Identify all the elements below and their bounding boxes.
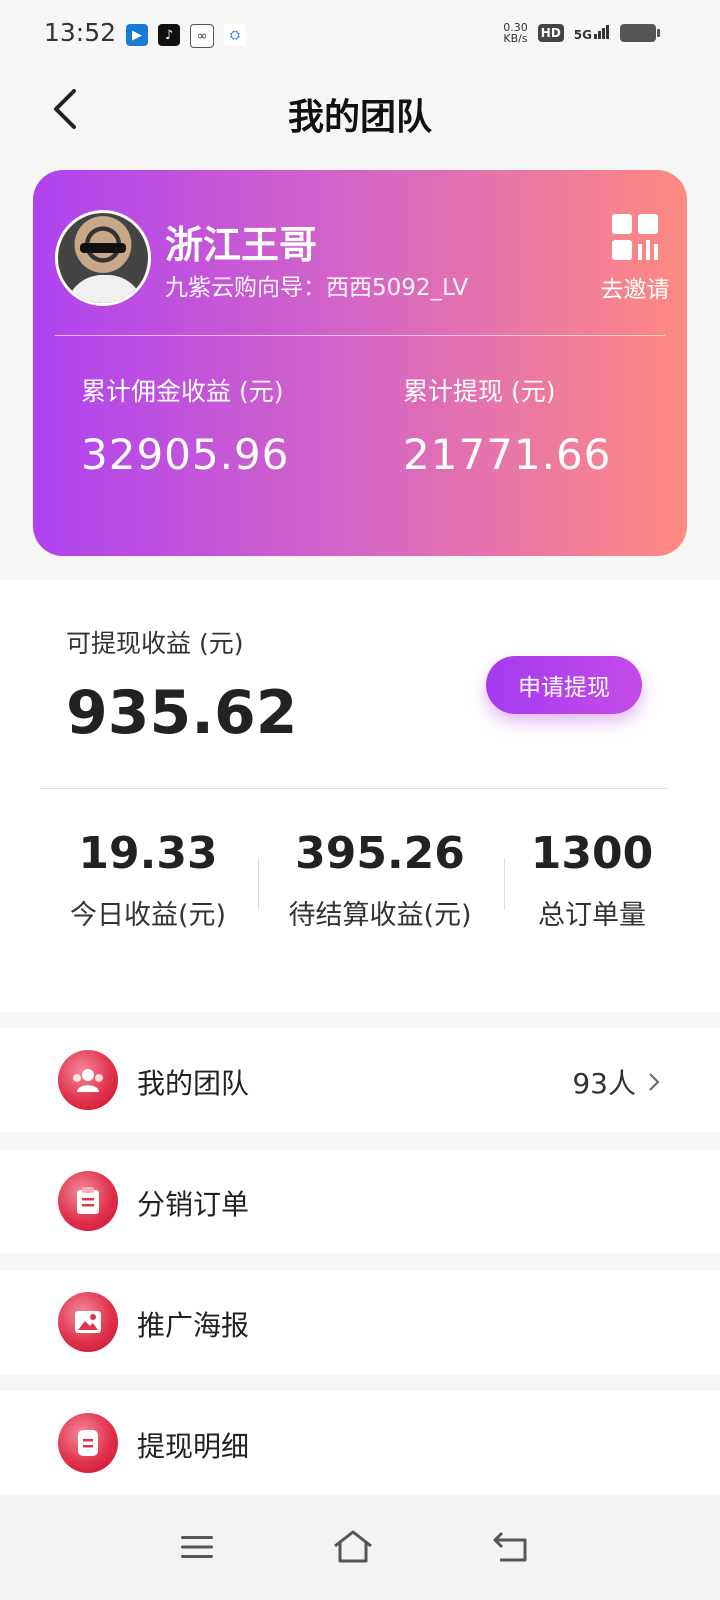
home-button[interactable] bbox=[328, 1524, 378, 1570]
total-commission-value: 32905.96 bbox=[81, 430, 290, 479]
signal-icon: 5G bbox=[573, 24, 610, 42]
menu-item-promo-poster[interactable]: 推广海报 bbox=[0, 1270, 720, 1374]
team-count-value: 93人 bbox=[572, 1067, 636, 1100]
network-speed: 0.30 KB/s bbox=[503, 22, 528, 44]
divider bbox=[40, 788, 667, 789]
avatar bbox=[55, 210, 151, 306]
menu-item-label: 推广海报 bbox=[137, 1309, 250, 1342]
menu-item-withdraw-details[interactable]: 提现明细 bbox=[0, 1391, 720, 1495]
total-orders: 1300 总订单量 bbox=[514, 828, 670, 932]
link-app-icon: ∞ bbox=[190, 24, 214, 48]
menu-item-my-team[interactable]: 我的团队 93人 bbox=[0, 1028, 720, 1132]
divider bbox=[504, 858, 505, 910]
nav-bar: 我的团队 bbox=[0, 70, 720, 150]
pending-earnings-label: 待结算收益(元) bbox=[288, 900, 472, 931]
hd-badge: HD bbox=[537, 24, 564, 42]
notification-icons: ▶ ♪ ∞ ⛭ bbox=[126, 24, 246, 48]
total-commission: 累计佣金收益 (元) 32905.96 bbox=[81, 372, 289, 479]
divider bbox=[55, 335, 665, 336]
tiktok-icon: ♪ bbox=[158, 24, 180, 46]
apply-withdraw-button[interactable]: 申请提现 bbox=[486, 656, 642, 714]
status-time: 13:52 bbox=[44, 18, 117, 47]
menu-item-label: 分销订单 bbox=[137, 1188, 250, 1221]
pending-earnings-value: 395.26 bbox=[295, 828, 465, 879]
back-icon bbox=[493, 1531, 527, 1562]
pending-earnings: 395.26 待结算收益(元) bbox=[270, 828, 490, 932]
earnings-panel: 可提现收益 (元) 935.62 申请提现 19.33 今日收益(元) 395.… bbox=[0, 580, 720, 1012]
available-earnings-label: 可提现收益 (元) bbox=[66, 629, 244, 658]
back-nav-button[interactable] bbox=[486, 1524, 536, 1570]
app-notification-icon: ▶ bbox=[126, 24, 148, 46]
total-withdrawn: 累计提现 (元) 21771.66 bbox=[403, 372, 611, 479]
network-speed-unit: KB/s bbox=[503, 32, 528, 45]
app-notification-icon: ⛭ bbox=[224, 24, 246, 46]
total-withdrawn-value: 21771.66 bbox=[403, 430, 612, 479]
menu-item-label: 提现明细 bbox=[137, 1430, 250, 1463]
menu-icon bbox=[181, 1536, 213, 1558]
profile-card: 浙江王哥 九紫云购向导：西西5092_LV 去邀请 累计佣金收益 (元) 329… bbox=[33, 170, 687, 556]
system-icons: 0.30 KB/s HD 5G bbox=[503, 22, 660, 44]
user-subtitle: 九紫云购向导：西西5092_LV bbox=[165, 275, 469, 301]
available-earnings-value: 935.62 bbox=[66, 678, 298, 748]
divider bbox=[258, 858, 259, 910]
chevron-right-icon bbox=[649, 1073, 660, 1091]
status-bar: 13:52 ▶ ♪ ∞ ⛭ 0.30 KB/s HD 5G bbox=[0, 0, 720, 70]
image-icon bbox=[58, 1292, 118, 1352]
total-commission-label: 累计佣金收益 (元) bbox=[81, 377, 284, 406]
team-icon bbox=[58, 1050, 118, 1110]
team-count: 93人 bbox=[572, 1062, 660, 1102]
qr-code-icon bbox=[612, 214, 658, 260]
menu-item-distribution-orders[interactable]: 分销订单 bbox=[0, 1149, 720, 1253]
network-type: 5G bbox=[573, 27, 592, 42]
invite-label: 去邀请 bbox=[600, 277, 670, 303]
total-orders-label: 总订单量 bbox=[538, 900, 646, 931]
home-icon bbox=[334, 1530, 372, 1563]
today-earnings: 19.33 今日收益(元) bbox=[58, 828, 238, 932]
menu-button[interactable] bbox=[172, 1524, 222, 1570]
total-orders-value: 1300 bbox=[530, 828, 654, 879]
battery-icon bbox=[620, 24, 660, 42]
total-withdrawn-label: 累计提现 (元) bbox=[403, 377, 556, 406]
page-title: 我的团队 bbox=[287, 97, 432, 138]
menu-item-label: 我的团队 bbox=[137, 1067, 250, 1100]
user-name: 浙江王哥 bbox=[165, 223, 318, 267]
order-icon bbox=[58, 1171, 118, 1231]
system-nav-bar bbox=[0, 1496, 720, 1600]
today-earnings-value: 19.33 bbox=[78, 828, 218, 879]
today-earnings-label: 今日收益(元) bbox=[69, 900, 227, 931]
document-icon bbox=[58, 1413, 118, 1473]
invite-button[interactable]: 去邀请 bbox=[595, 212, 675, 304]
